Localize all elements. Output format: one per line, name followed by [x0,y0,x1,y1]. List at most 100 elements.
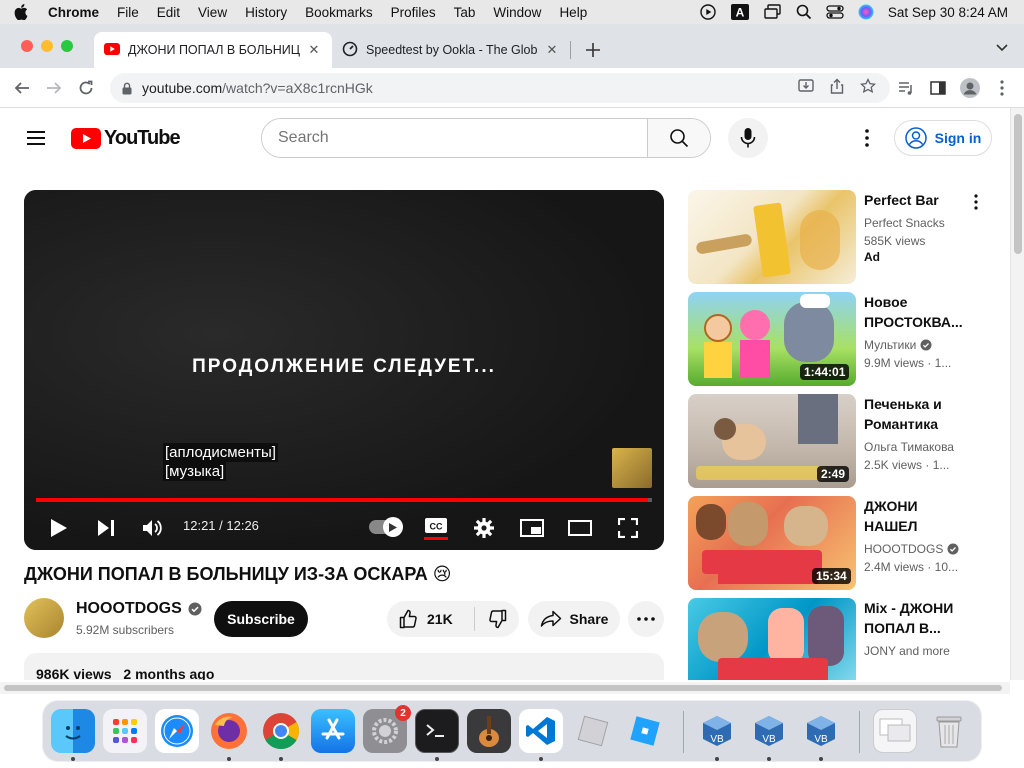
video-player[interactable]: ПРОДОЛЖЕНИЕ СЛЕДУЕТ... [аплодисменты] [м… [24,190,664,550]
side-panel-button[interactable] [926,76,950,100]
menu-view[interactable]: View [189,5,236,20]
omnibox-url[interactable]: youtube.com/watch?v=aX8c1rcnHGk [142,80,373,96]
subtitles-button[interactable]: CC [422,514,450,542]
menu-file[interactable]: File [108,5,148,20]
menu-tab[interactable]: Tab [445,5,485,20]
recommendation-item[interactable]: 2:49 Печенька и Романтика Ольга Тимакова… [688,394,998,488]
mute-button[interactable] [139,514,167,542]
thumbnail[interactable] [688,598,856,680]
install-app-icon[interactable] [798,78,814,99]
dislike-button[interactable] [475,609,519,629]
apple-menu-icon[interactable] [14,4,36,20]
theater-mode-button[interactable] [566,514,594,542]
share-button[interactable]: Share [528,601,620,637]
next-button[interactable] [92,514,120,542]
description-box[interactable]: 986K views 2 months ago [24,653,664,680]
menu-help[interactable]: Help [550,5,596,20]
recommendation-mix[interactable]: Mix - ДЖОНИ ПОПАЛ В... JONY and more [688,598,998,680]
downloads-stack-icon[interactable] [873,709,917,753]
recommendation-title[interactable]: Perfect Bar [864,190,968,210]
vscode-icon[interactable] [519,709,563,753]
window-close-button[interactable] [21,40,33,52]
recommendation-channel[interactable]: Ольга Тимакова [864,440,954,454]
sign-in-button[interactable]: Sign in [894,120,992,156]
control-center-icon[interactable] [826,4,844,20]
settings-menu-button[interactable] [855,126,879,150]
virtualbox-vm-icon[interactable]: VB [695,709,739,753]
search-input[interactable] [262,119,647,157]
roblox-studio-icon[interactable] [571,709,615,753]
recommendation-title[interactable]: ДЖОНИ НАШЕЛ СЕБЕ... [864,496,968,536]
menu-edit[interactable]: Edit [148,5,189,20]
recommendation-menu-button[interactable] [968,192,984,212]
trash-icon[interactable] [927,709,971,753]
terminal-icon[interactable] [415,709,459,753]
tab-search-button[interactable] [990,36,1014,60]
scrollbar-thumb[interactable] [1014,114,1022,254]
finder-icon[interactable] [51,709,95,753]
forward-button[interactable] [42,76,66,100]
profile-button[interactable] [958,76,982,100]
channel-watermark[interactable] [612,448,652,488]
menu-window[interactable]: Window [484,5,550,20]
recommendation-channel[interactable]: HOOOTDOGS [864,542,943,556]
channel-name[interactable]: HOOOTDOGS [76,600,182,618]
more-actions-button[interactable] [628,601,664,637]
system-settings-icon[interactable]: 2 [363,705,411,753]
recommendation-title[interactable]: Печенька и Романтика [864,394,968,434]
siri-icon[interactable] [858,4,874,20]
recommendation-channel[interactable]: JONY and more [864,644,950,658]
back-button[interactable] [10,76,34,100]
voice-search-button[interactable] [728,118,768,158]
menu-bookmarks[interactable]: Bookmarks [296,5,382,20]
menubar-datetime[interactable]: Sat Sep 30 8:24 AM [888,5,1008,20]
recommendation-item[interactable]: 15:34 ДЖОНИ НАШЕЛ СЕБЕ... HOOOTDOGS 2.4M… [688,496,998,590]
tab-speedtest[interactable]: Speedtest by Ookla - The Glob ✕ [332,32,570,68]
window-zoom-button[interactable] [61,40,73,52]
recommendation-channel-row[interactable]: HOOOTDOGS [864,542,959,556]
screen-mirroring-icon[interactable] [764,4,782,20]
omnibox[interactable]: youtube.com/watch?v=aX8c1rcnHGk [110,73,890,103]
recommendation-channel[interactable]: Мультики [864,338,916,352]
bookmark-star-icon[interactable] [859,77,877,99]
window-minimize-button[interactable] [41,40,53,52]
menu-profiles[interactable]: Profiles [382,5,445,20]
recommendation-channel-row[interactable]: Мультики [864,338,932,352]
play-circle-icon[interactable] [700,4,716,20]
menu-app-name[interactable]: Chrome [36,5,108,20]
channel-name-row[interactable]: HOOOTDOGS [76,600,202,618]
scrollbar-thumb[interactable] [4,685,1002,691]
virtualbox-vm-icon[interactable]: VB [747,709,791,753]
subscribe-button[interactable]: Subscribe [214,601,308,637]
share-page-icon[interactable] [830,78,844,99]
recommendation-title[interactable]: Mix - ДЖОНИ ПОПАЛ В... [864,598,968,638]
settings-button[interactable] [470,514,498,542]
autoplay-toggle[interactable] [369,517,403,537]
spotlight-search-icon[interactable] [796,4,812,20]
garageband-icon[interactable] [467,709,511,753]
miniplayer-button[interactable] [518,514,546,542]
text-input-icon[interactable]: A [730,4,750,20]
new-tab-button[interactable] [581,38,605,62]
recommendation-title[interactable]: Новое ПРОСТОКВА... [864,292,968,332]
launchpad-icon[interactable] [103,709,147,753]
tab-youtube[interactable]: ДЖОНИ ПОПАЛ В БОЛЬНИЦ ✕ [94,32,332,68]
media-controls-button[interactable] [894,76,918,100]
close-tab-icon[interactable]: ✕ [544,42,560,58]
search-button[interactable] [647,119,710,157]
app-store-icon[interactable] [311,709,355,753]
vertical-scrollbar[interactable] [1010,108,1024,680]
recommendation-channel[interactable]: Perfect Snacks [864,216,945,230]
fullscreen-button[interactable] [614,514,642,542]
reload-button[interactable] [74,76,98,100]
hamburger-menu-icon[interactable] [24,128,48,148]
horizontal-scrollbar[interactable] [0,682,1010,694]
safari-icon[interactable] [155,709,199,753]
close-tab-icon[interactable]: ✕ [306,42,322,58]
play-button[interactable] [45,514,73,542]
menu-history[interactable]: History [236,5,296,20]
virtualbox-vm-icon[interactable]: VB [799,709,843,753]
thumbnail[interactable] [688,190,856,284]
roblox-icon[interactable] [623,709,667,753]
progress-bar[interactable] [36,498,652,502]
